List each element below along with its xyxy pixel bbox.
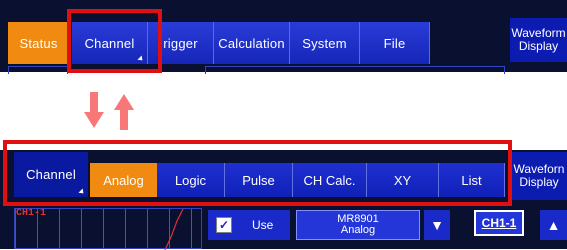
tab-status[interactable]: Status <box>8 22 70 64</box>
use-toggle[interactable]: ✓ Use <box>208 210 290 240</box>
triangle-down-icon: ▼ <box>430 217 444 233</box>
screen-panel-left <box>8 66 68 74</box>
subtab-analog[interactable]: Analog <box>90 163 157 197</box>
subtab-xy[interactable]: XY <box>367 163 439 197</box>
parent-tab-label: Channel <box>26 167 76 182</box>
module-line2: Analog <box>340 224 376 236</box>
subtab-pulse-label: Pulse <box>242 172 275 188</box>
arrow-down-icon <box>84 92 104 128</box>
screen-panel-right <box>205 66 505 74</box>
subtab-pulse[interactable]: Pulse <box>225 163 293 197</box>
subtab-ch-calc-label: CH Calc. <box>303 172 356 188</box>
channel-select[interactable]: CH1-1 <box>474 210 524 236</box>
channel-label: CH1-1 <box>16 208 47 219</box>
subtab-list-label: List <box>461 172 482 188</box>
tab-trigger-label: rigger <box>163 35 198 51</box>
parent-tab-channel[interactable]: Channel <box>14 152 88 197</box>
tab-file[interactable]: File <box>360 22 430 64</box>
tab-status-label: Status <box>19 35 58 51</box>
waveform-display-button-bottom[interactable]: Waveforn Display <box>511 152 567 200</box>
use-label: Use <box>252 218 274 232</box>
tab-system-label: System <box>302 35 347 51</box>
use-checkbox[interactable]: ✓ <box>216 217 232 233</box>
waveform-label-line2: Display <box>518 39 559 53</box>
triangle-up-icon: ▲ <box>546 217 561 233</box>
subtab-xy-label: XY <box>393 172 412 188</box>
submenu-indicator-icon <box>78 188 86 196</box>
tab-channel-label: Channel <box>84 35 135 51</box>
subtab-list[interactable]: List <box>439 163 505 197</box>
tab-calculation[interactable]: Calculation <box>214 22 290 64</box>
tab-trigger[interactable]: rigger <box>148 22 214 64</box>
subtab-analog-label: Analog <box>103 172 144 188</box>
module-field: MR8901 Analog <box>296 210 420 240</box>
submenu-indicator-icon <box>137 55 145 63</box>
channel-down-button[interactable]: ▼ <box>424 210 450 240</box>
subtab-ch-calc[interactable]: CH Calc. <box>293 163 367 197</box>
tab-calculation-label: Calculation <box>218 35 285 51</box>
waveform-label-line2: Display <box>519 175 559 189</box>
tab-system[interactable]: System <box>290 22 360 64</box>
waveform-display-button-top[interactable]: Waveform Display <box>510 18 567 62</box>
subtab-logic-label: Logic <box>174 172 207 188</box>
arrow-up-icon <box>114 94 134 130</box>
subtab-logic[interactable]: Logic <box>157 163 225 197</box>
channel-up-button[interactable]: ▲ <box>540 210 567 240</box>
tab-channel[interactable]: Channel <box>72 22 148 64</box>
tab-file-label: File <box>383 35 406 51</box>
